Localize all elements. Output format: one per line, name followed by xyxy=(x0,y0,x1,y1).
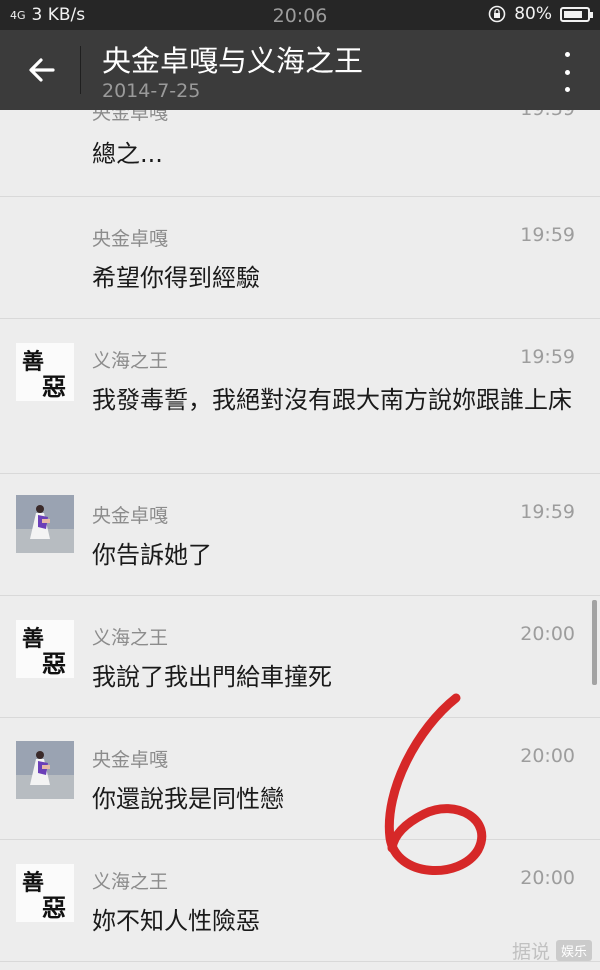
message-item[interactable]: 善 惡 义海之王 19:59 我發毒誓，我絕對沒有跟大南方說妳跟誰上床 xyxy=(0,318,600,474)
message-text: 總之... xyxy=(92,140,163,168)
rotation-lock-icon xyxy=(488,5,506,23)
message-item[interactable]: 善 惡 义海之王 20:00 妳不知人性險惡 xyxy=(0,839,600,962)
message-item[interactable]: 央金卓嘎 19:59 你告訴她了 xyxy=(0,473,600,596)
scrollbar[interactable] xyxy=(592,600,597,685)
header-divider xyxy=(80,46,81,94)
avatar-photo xyxy=(16,741,74,799)
message-sender: 义海之王 xyxy=(92,627,169,649)
message-sender: 央金卓嘎 xyxy=(92,110,169,124)
status-right: 80% xyxy=(488,4,593,24)
chat-date: 2014-7-25 xyxy=(102,80,201,102)
message-time: 20:00 xyxy=(520,867,575,889)
chat-title: 央金卓嘎与义海之王 xyxy=(102,44,364,78)
svg-text:惡: 惡 xyxy=(42,894,66,922)
svg-text:善: 善 xyxy=(22,870,44,896)
message-list[interactable]: 央金卓嘎 19:59 總之... 央金卓嘎 19:59 希望你得到經驗 善 惡 … xyxy=(0,110,600,970)
watermark-badge: 娱乐 xyxy=(555,940,592,961)
back-button[interactable] xyxy=(20,48,64,92)
watermark: 据说 娱乐 xyxy=(512,937,592,964)
more-options-button[interactable] xyxy=(562,52,572,92)
svg-text:惡: 惡 xyxy=(42,650,66,678)
svg-text:善: 善 xyxy=(22,349,44,375)
message-sender: 央金卓嘎 xyxy=(92,749,169,771)
message-sender: 央金卓嘎 xyxy=(92,505,169,527)
message-item[interactable]: 央金卓嘎 20:00 你還說我是同性戀 xyxy=(0,717,600,840)
message-time: 20:00 xyxy=(520,623,575,645)
message-item[interactable]: 央金卓嘎 19:59 總之... xyxy=(0,110,600,197)
message-sender: 央金卓嘎 xyxy=(92,228,169,250)
message-text: 你還說我是同性戀 xyxy=(92,785,284,813)
message-item[interactable]: 善 惡 义海之王 20:00 我說了我出門給車撞死 xyxy=(0,595,600,718)
watermark-text: 据说 xyxy=(511,941,550,963)
message-text: 妳不知人性險惡 xyxy=(92,907,260,935)
avatar[interactable]: 善 惡 xyxy=(16,864,74,922)
message-time: 20:00 xyxy=(520,745,575,767)
chat-header: 央金卓嘎与义海之王 2014-7-25 xyxy=(0,30,600,110)
avatar[interactable]: 善 惡 xyxy=(16,343,74,401)
svg-text:惡: 惡 xyxy=(42,373,66,401)
message-time: 19:59 xyxy=(520,346,575,368)
message-text: 我說了我出門給車撞死 xyxy=(92,663,332,691)
avatar[interactable] xyxy=(16,495,74,553)
message-text: 我發毒誓，我絕對沒有跟大南方說妳跟誰上床 xyxy=(92,386,572,414)
message-time: 19:59 xyxy=(520,224,575,246)
svg-text:善: 善 xyxy=(22,626,44,652)
avatar[interactable]: 善 惡 xyxy=(16,620,74,678)
battery-percent: 80% xyxy=(514,4,552,24)
message-time: 19:59 xyxy=(520,501,575,523)
message-time: 19:59 xyxy=(520,110,575,120)
battery-icon xyxy=(560,6,593,22)
arrow-left-icon xyxy=(29,58,55,82)
more-vertical-icon xyxy=(564,52,570,57)
message-text: 希望你得到經驗 xyxy=(92,264,260,292)
message-sender: 义海之王 xyxy=(92,350,169,372)
message-text: 你告訴她了 xyxy=(92,541,212,569)
message-item[interactable]: 央金卓嘎 19:59 希望你得到經驗 xyxy=(0,196,600,319)
avatar-photo xyxy=(16,495,74,553)
message-sender: 义海之王 xyxy=(92,871,169,893)
avatar[interactable] xyxy=(16,741,74,799)
battery-level xyxy=(564,10,582,18)
status-bar: 4G 3 KB/s 20:06 80% xyxy=(0,0,600,30)
